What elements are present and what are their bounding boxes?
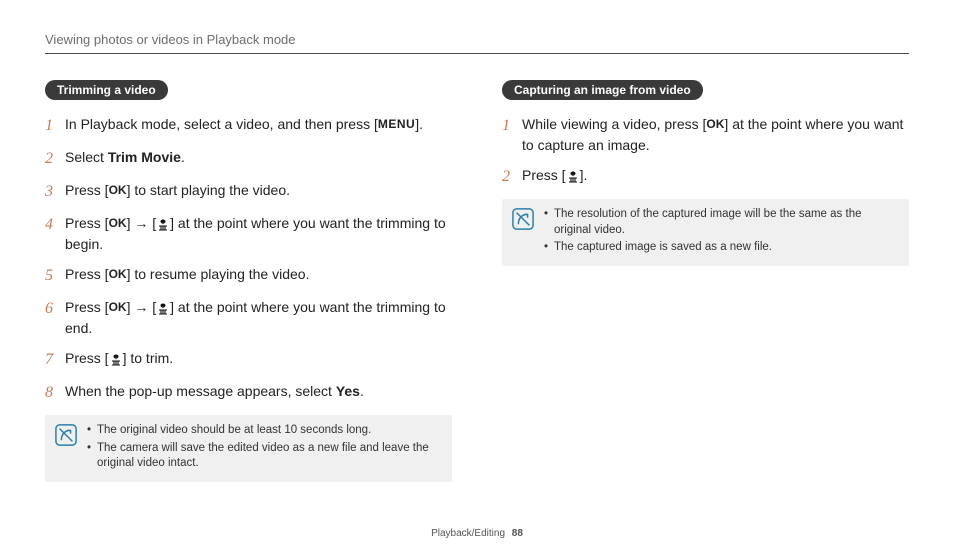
bold-text: Trim Movie	[108, 149, 181, 165]
page-footer: Playback/Editing 88	[0, 528, 954, 539]
ok-icon: OK	[109, 181, 127, 199]
section-pill-trimming: Trimming a video	[45, 80, 168, 100]
ok-icon: OK	[706, 115, 724, 133]
step-number: 6	[45, 297, 63, 321]
content-columns: Trimming a video 1In Playback mode, sele…	[45, 80, 909, 482]
step-text: While viewing a video, press [OK] at the…	[522, 114, 909, 156]
note-item: The camera will save the edited video as…	[87, 441, 442, 472]
note-box-left: The original video should be at least 10…	[45, 415, 452, 482]
ok-icon: OK	[109, 214, 127, 232]
step-number: 1	[502, 114, 520, 138]
note-list-left: The original video should be at least 10…	[87, 423, 442, 474]
ok-icon: OK	[109, 298, 127, 316]
note-item: The original video should be at least 10…	[87, 423, 442, 439]
steps-right: 1While viewing a video, press [OK] at th…	[502, 114, 909, 189]
step-number: 3	[45, 180, 63, 204]
step-item: 1In Playback mode, select a video, and t…	[45, 114, 452, 138]
bold-text: Yes	[336, 383, 360, 399]
step-text: Press [OK] → [] at the point where you w…	[65, 213, 452, 255]
macro-icon	[109, 353, 123, 367]
step-number: 4	[45, 213, 63, 237]
step-text: Press [OK] to resume playing the video.	[65, 264, 452, 285]
note-item: The captured image is saved as a new fil…	[544, 240, 899, 256]
ok-icon: OK	[109, 265, 127, 283]
step-text: Press [OK] → [] at the point where you w…	[65, 297, 452, 339]
menu-icon: MENU	[378, 115, 415, 133]
note-icon	[55, 424, 77, 446]
step-item: 5Press [OK] to resume playing the video.	[45, 264, 452, 288]
step-text: Press [] to trim.	[65, 348, 452, 369]
macro-icon	[156, 302, 170, 316]
note-list-right: The resolution of the captured image wil…	[544, 207, 899, 258]
step-item: 1While viewing a video, press [OK] at th…	[502, 114, 909, 156]
steps-left: 1In Playback mode, select a video, and t…	[45, 114, 452, 405]
note-box-right: The resolution of the captured image wil…	[502, 199, 909, 266]
step-number: 2	[502, 165, 520, 189]
step-text: Press [].	[522, 165, 909, 186]
step-text: When the pop-up message appears, select …	[65, 381, 452, 402]
step-number: 1	[45, 114, 63, 138]
page-header: Viewing photos or videos in Playback mod…	[45, 32, 909, 54]
step-item: 2Select Trim Movie.	[45, 147, 452, 171]
step-text: Press [OK] to start playing the video.	[65, 180, 452, 201]
step-number: 5	[45, 264, 63, 288]
step-number: 7	[45, 348, 63, 372]
note-icon	[512, 208, 534, 230]
step-text: Select Trim Movie.	[65, 147, 452, 168]
left-column: Trimming a video 1In Playback mode, sele…	[45, 80, 452, 482]
step-item: 2Press [].	[502, 165, 909, 189]
step-item: 6Press [OK] → [] at the point where you …	[45, 297, 452, 339]
step-number: 2	[45, 147, 63, 171]
note-item: The resolution of the captured image wil…	[544, 207, 899, 238]
section-pill-capturing: Capturing an image from video	[502, 80, 703, 100]
macro-icon	[156, 218, 170, 232]
step-item: 7Press [] to trim.	[45, 348, 452, 372]
footer-section: Playback/Editing	[431, 528, 505, 539]
manual-page: Viewing photos or videos in Playback mod…	[0, 0, 954, 557]
step-item: 3Press [OK] to start playing the video.	[45, 180, 452, 204]
step-number: 8	[45, 381, 63, 405]
step-item: 4Press [OK] → [] at the point where you …	[45, 213, 452, 255]
step-text: In Playback mode, select a video, and th…	[65, 114, 452, 135]
right-column: Capturing an image from video 1While vie…	[502, 80, 909, 482]
macro-icon	[566, 170, 580, 184]
footer-page-number: 88	[512, 528, 523, 539]
step-item: 8When the pop-up message appears, select…	[45, 381, 452, 405]
